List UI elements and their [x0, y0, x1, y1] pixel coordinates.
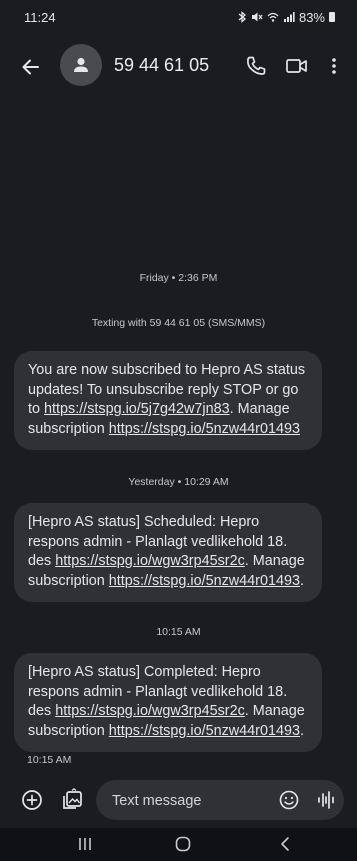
bluetooth-icon — [237, 11, 247, 23]
nav-back-icon[interactable] — [278, 836, 292, 852]
message-bubble-3[interactable]: [Hepro AS status] Completed: Hepro respo… — [14, 653, 322, 752]
message-link[interactable]: https://stspg.io/wgw3rp45sr2c — [55, 703, 245, 719]
messages-screen: 11:24 83% 59 44 61 05 Friday • 2:36 PM T… — [0, 0, 357, 861]
contact-name[interactable]: 59 44 61 05 — [114, 55, 209, 76]
person-icon — [71, 55, 91, 75]
video-icon[interactable] — [284, 54, 310, 78]
conversation-header: 59 44 61 05 — [0, 34, 357, 100]
date-divider: 10:15 AM — [156, 626, 201, 638]
message-link[interactable]: https://stspg.io/5nzw44r01493 — [109, 573, 300, 589]
mute-icon — [251, 11, 263, 23]
recents-icon[interactable] — [76, 836, 94, 852]
back-arrow-icon[interactable] — [18, 54, 44, 80]
wifi-calling-icon — [267, 11, 279, 23]
emoji-icon[interactable] — [278, 789, 300, 811]
message-link[interactable]: https://stspg.io/wgw3rp45sr2c — [55, 553, 245, 569]
compose-bar — [0, 772, 357, 828]
message-link[interactable]: https://stspg.io/5nzw44r01493 — [109, 723, 300, 739]
message-input[interactable] — [110, 780, 274, 822]
message-bubble-2[interactable]: [Hepro AS status] Scheduled: Hepro respo… — [14, 503, 322, 602]
battery-percent: 83% — [298, 9, 325, 25]
battery-icon — [329, 12, 335, 22]
message-timestamp: 10:15 AM — [27, 754, 72, 766]
date-divider: Friday • 2:36 PM — [139, 272, 218, 284]
texting-with-info: Texting with 59 44 61 05 (SMS/MMS) — [91, 317, 266, 329]
date-divider: Yesterday • 10:29 AM — [128, 476, 229, 488]
message-text: . — [300, 722, 304, 739]
signal-icon — [283, 11, 295, 23]
phone-icon[interactable] — [244, 54, 268, 78]
gallery-icon[interactable] — [60, 788, 84, 812]
message-input-container[interactable] — [96, 780, 344, 822]
voice-waveform-icon[interactable] — [316, 789, 336, 811]
message-link[interactable]: https://stspg.io/5nzw44r01493 — [109, 421, 300, 437]
status-icons: 83% — [237, 10, 335, 25]
status-bar: 11:24 83% — [0, 0, 357, 34]
message-link[interactable]: https://stspg.io/5j7g42w7jn83 — [44, 401, 230, 417]
add-circle-icon[interactable] — [20, 788, 44, 812]
message-list[interactable]: Friday • 2:36 PM Texting with 59 44 61 0… — [0, 100, 357, 772]
message-bubble-1[interactable]: You are now subscribed to Hepro AS statu… — [14, 351, 322, 450]
message-text: . — [300, 572, 304, 589]
system-navigation-bar — [0, 828, 357, 861]
home-icon[interactable] — [174, 835, 192, 853]
more-vert-icon[interactable] — [326, 54, 342, 78]
contact-avatar[interactable] — [60, 44, 102, 86]
status-time: 11:24 — [24, 9, 56, 25]
